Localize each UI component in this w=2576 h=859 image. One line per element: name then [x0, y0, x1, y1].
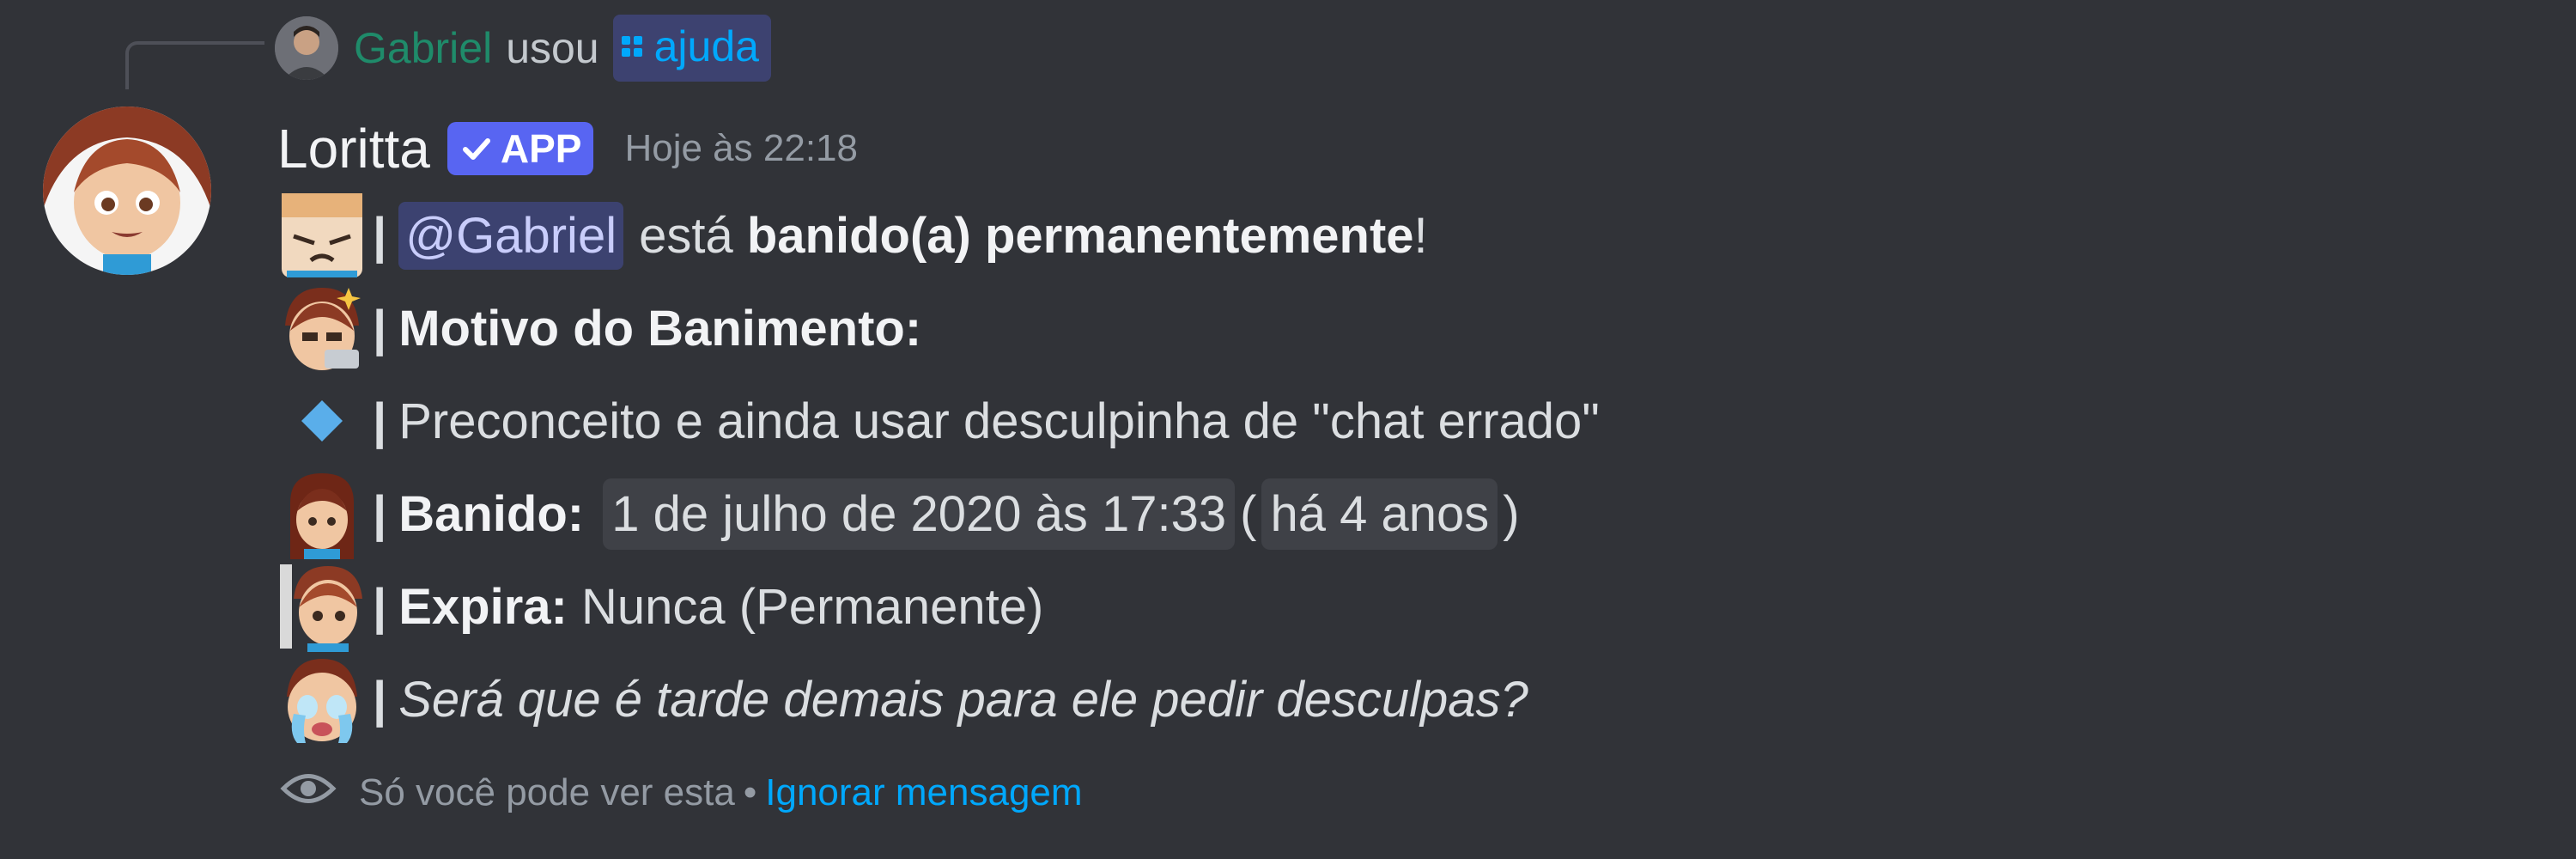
reply-user-avatar[interactable] [275, 16, 338, 80]
expires-value: Nunca (Permanente) [581, 578, 1044, 635]
emoji-icon[interactable] [275, 560, 369, 653]
paren-close: ) [1503, 485, 1520, 542]
eye-icon [280, 760, 337, 826]
command-chip[interactable]: ajuda [612, 15, 771, 82]
line-separator: | [373, 671, 387, 728]
emoji-icon[interactable] [275, 653, 369, 746]
line-text-end: ! [1413, 207, 1428, 264]
reason-label: Motivo do Banimento: [398, 300, 922, 356]
line-text: está [639, 207, 733, 264]
author-name[interactable]: Loritta [277, 117, 430, 180]
ephemeral-notice: Só você pode ver esta • Ignorar mensagem [280, 763, 1083, 823]
message-timestamp[interactable]: Hoje às 22:18 [624, 127, 858, 170]
message-line-reason-label: | Motivo do Banimento: [275, 282, 1600, 375]
emoji-icon[interactable] [275, 189, 369, 282]
loritta-avatar[interactable] [43, 107, 211, 275]
expires-label: Expira: [398, 578, 568, 635]
line-separator: | [373, 578, 387, 635]
footer-dot: • [743, 771, 757, 813]
message-line-banned-date: | Banido: 1 de julho de 2020 às 17:33 ( … [275, 467, 1600, 560]
banned-date-timestamp[interactable]: 1 de julho de 2020 às 17:33 [603, 478, 1236, 550]
banned-label: Banido: [398, 485, 585, 542]
reply-connector [125, 41, 264, 89]
command-name: ajuda [653, 22, 759, 70]
reason-text: Preconceito e ainda usar desculpinha de … [398, 393, 1600, 449]
message-line-expires: | Expira: Nunca (Permanente) [275, 560, 1600, 653]
paren-open: ( [1240, 485, 1257, 542]
line-separator: | [373, 393, 387, 449]
user-mention[interactable]: @Gabriel [398, 201, 624, 270]
line-bold-text: banido(a) permanentemente [746, 207, 1414, 264]
diamond-icon [275, 375, 369, 467]
only-you-text: Só você pode ver esta [359, 771, 735, 813]
emoji-icon[interactable] [275, 467, 369, 560]
line-separator: | [373, 300, 387, 356]
line-separator: | [373, 207, 387, 264]
message-line-quote: | Será que é tarde demais para ele pedir… [275, 653, 1600, 746]
quote-text: Será que é tarde demais para ele pedir d… [398, 671, 1528, 728]
banned-relative-timestamp[interactable]: há 4 anos [1261, 478, 1498, 550]
emoji-icon[interactable] [275, 282, 369, 375]
message-line-ban-status: | @Gabriel está banido(a) permanentement… [275, 189, 1600, 282]
app-badge: APP [447, 122, 594, 175]
message-header: Loritta APP Hoje às 22:18 [277, 110, 858, 187]
slash-command-icon [621, 36, 642, 57]
reply-reference[interactable]: Gabriel usou ajuda [275, 12, 771, 84]
app-badge-label: APP [500, 126, 582, 171]
message-line-reason: | Preconceito e ainda usar desculpinha d… [275, 375, 1600, 467]
message-content: | @Gabriel está banido(a) permanentement… [275, 189, 1600, 746]
dismiss-message-link[interactable]: Ignorar mensagem [765, 771, 1082, 814]
reply-user-name[interactable]: Gabriel [354, 23, 492, 73]
checkmark-icon [462, 138, 490, 160]
line-separator: | [373, 485, 387, 542]
reply-used-text: usou [506, 24, 599, 72]
